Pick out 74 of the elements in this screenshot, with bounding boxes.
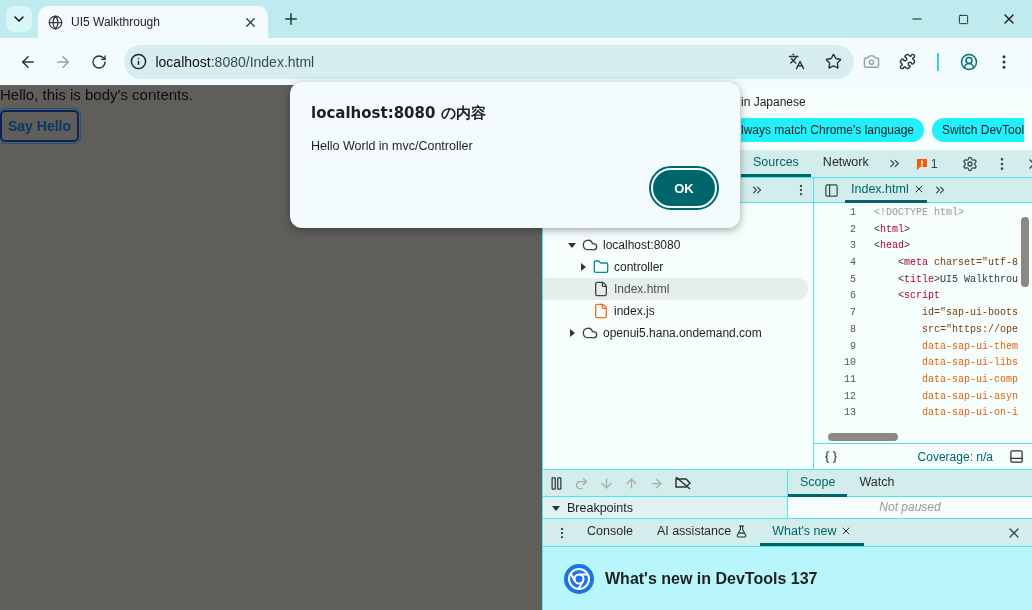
scrollbar-thumb[interactable] bbox=[1021, 217, 1029, 287]
line-number: 6 bbox=[849, 289, 856, 304]
code-line: <title>UI5 Walkthrou bbox=[896, 272, 1018, 287]
language-button[interactable]: Switch DevTool bbox=[932, 118, 1025, 142]
dialog-message: Hello World in mvc/Controller bbox=[311, 139, 474, 153]
line-number: 2 bbox=[849, 222, 856, 237]
reload-icon bbox=[90, 53, 107, 70]
panel-icon[interactable] bbox=[1009, 449, 1024, 464]
code-line: src="https://ope bbox=[920, 322, 1018, 337]
cloud-icon bbox=[582, 237, 598, 253]
line-number: 9 bbox=[849, 339, 856, 354]
code-line: data-sap-ui-on-i bbox=[920, 406, 1018, 421]
pause-icon[interactable] bbox=[549, 475, 564, 491]
browser-tab[interactable]: UI5 Walkthrough bbox=[38, 6, 268, 38]
dialog-title: localhost:8080 の内容 bbox=[311, 104, 487, 123]
debugger-tab[interactable]: Scope bbox=[788, 469, 848, 497]
drawer-tab[interactable]: AI assistance bbox=[644, 519, 761, 546]
drawer-tab[interactable]: Console bbox=[575, 519, 645, 546]
collapsed-arrow-icon[interactable] bbox=[567, 328, 577, 338]
language-button[interactable]: lways match Chrome's language bbox=[741, 118, 925, 142]
translate-icon[interactable] bbox=[788, 53, 806, 70]
file-icon bbox=[593, 281, 609, 297]
info-icon[interactable] bbox=[130, 53, 148, 70]
code-line: <meta charset="utf-8 bbox=[896, 256, 1018, 271]
code-line: data-sap-ui-comp bbox=[920, 372, 1018, 387]
line-number: 12 bbox=[843, 389, 856, 404]
tree-item[interactable]: controller bbox=[543, 256, 808, 278]
line-number: 7 bbox=[849, 306, 856, 321]
line-number: 1 bbox=[849, 206, 856, 220]
deactivate-breakpoints-icon[interactable] bbox=[674, 476, 692, 490]
code-line: data-sap-ui-libs bbox=[920, 356, 1018, 371]
code-line: data-sap-ui-asyn bbox=[920, 389, 1018, 404]
star-icon[interactable] bbox=[825, 53, 843, 70]
debugger-tab[interactable]: Watch bbox=[847, 469, 907, 497]
browser-logo-icon bbox=[563, 562, 595, 595]
coverage-status: Coverage: n/a bbox=[917, 449, 993, 464]
code-line: <!DOCTYPE html> bbox=[873, 206, 965, 220]
braces-icon[interactable] bbox=[824, 449, 838, 464]
issues-badge[interactable]: 1 bbox=[907, 150, 946, 177]
debugger-status: Not paused bbox=[878, 499, 942, 516]
scrollbar-thumb[interactable] bbox=[828, 432, 898, 441]
flask-icon bbox=[735, 524, 749, 538]
code-line: <html> bbox=[873, 222, 911, 237]
warning-icon bbox=[915, 157, 928, 170]
line-number: 13 bbox=[843, 406, 856, 421]
tree-item[interactable]: localhost:8080 bbox=[543, 234, 808, 256]
language-notice: in Japanese bbox=[741, 95, 807, 109]
tab-search-button[interactable] bbox=[6, 6, 32, 32]
line-number: 8 bbox=[849, 322, 856, 337]
maximize-icon bbox=[957, 13, 969, 25]
code-line: <head> bbox=[873, 239, 911, 254]
line-number: 5 bbox=[849, 272, 856, 287]
tree-item[interactable]: Index.html bbox=[543, 278, 808, 300]
globe-icon bbox=[48, 14, 63, 30]
tree-item[interactable]: openui5.hana.ondemand.com bbox=[543, 322, 808, 344]
address-bar[interactable]: localhost:8080/Index.html bbox=[124, 44, 855, 79]
code-line: <script bbox=[896, 289, 941, 304]
folder-icon bbox=[593, 259, 609, 275]
tree-item[interactable]: index.js bbox=[543, 300, 808, 322]
whats-new-heading: What's new in DevTools 137 bbox=[605, 569, 818, 588]
code-line: data-sap-ui-them bbox=[920, 339, 1018, 354]
line-number: 3 bbox=[849, 239, 856, 254]
breakpoints-section[interactable]: Breakpoints bbox=[543, 497, 787, 518]
line-number: 11 bbox=[843, 372, 856, 387]
expanded-arrow-icon[interactable] bbox=[567, 240, 577, 250]
line-number: 10 bbox=[843, 356, 856, 371]
file-icon bbox=[593, 303, 609, 319]
devtools-tab[interactable]: Network bbox=[810, 150, 881, 177]
code-line: id="sap-ui-boots bbox=[920, 306, 1018, 321]
collapsed-arrow-icon[interactable] bbox=[578, 262, 588, 272]
new-tab-icon[interactable] bbox=[282, 10, 300, 28]
line-number: 4 bbox=[849, 256, 856, 271]
body-text: Hello, this is body's contents. bbox=[0, 86, 193, 104]
cloud-icon bbox=[582, 325, 598, 341]
